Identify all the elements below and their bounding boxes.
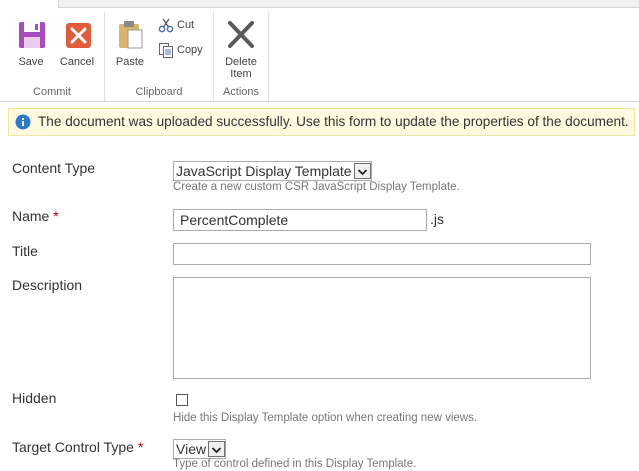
target-control-type-value: View: [176, 441, 207, 457]
description-label: Description: [12, 277, 83, 293]
cancel-icon: [66, 23, 91, 48]
name-input[interactable]: [173, 209, 427, 231]
ribbon: Save Cancel Commit Paste Cut Copy Clipbo…: [0, 8, 639, 102]
commit-group-label: Commit: [33, 86, 71, 98]
description-textarea[interactable]: [173, 277, 591, 379]
name-label-text: Name: [12, 208, 50, 224]
ribbon-divider: [268, 12, 269, 101]
cut-icon: [158, 18, 174, 33]
cut-label: Cut: [177, 19, 195, 31]
copy-icon: [159, 43, 173, 59]
delete-label-line1: Delete: [225, 56, 257, 68]
target-control-type-label-text: Target Control Type: [12, 439, 134, 455]
save-button[interactable]: Save: [12, 18, 50, 68]
active-ribbon-tab[interactable]: [0, 0, 59, 8]
status-message: The document was uploaded successfully. …: [38, 114, 629, 129]
delete-label-line2: Item: [230, 68, 252, 80]
paste-label: Paste: [115, 56, 145, 68]
cancel-label: Cancel: [59, 56, 95, 68]
clipboard-group: Paste Cut Copy Clipboard: [105, 12, 213, 101]
content-type-label: Content Type: [12, 160, 96, 176]
required-marker: *: [137, 439, 144, 455]
ribbon-tab-strip: [0, 0, 639, 8]
save-label: Save: [18, 56, 44, 68]
target-control-type-description: Type of control defined in this Display …: [173, 458, 417, 470]
actions-group: Delete Item Actions: [214, 12, 268, 101]
hidden-description: Hide this Display Template option when c…: [173, 412, 478, 424]
title-label: Title: [12, 243, 38, 259]
actions-group-label: Actions: [222, 86, 260, 98]
content-type-value: JavaScript Display Template: [176, 163, 352, 179]
info-icon: [15, 114, 31, 130]
chevron-down-icon[interactable]: [353, 163, 371, 179]
content-type-description: Create a new custom CSR JavaScript Displ…: [173, 181, 460, 193]
copy-button[interactable]: Copy: [158, 41, 203, 59]
target-control-type-select[interactable]: View: [173, 439, 227, 459]
copy-label: Copy: [177, 44, 203, 56]
paste-icon: [119, 21, 143, 49]
content-type-select[interactable]: JavaScript Display Template: [173, 161, 372, 181]
chevron-down-icon[interactable]: [208, 441, 226, 457]
required-marker: *: [53, 208, 59, 224]
name-label: Name *: [12, 208, 59, 224]
name-extension: .js: [430, 211, 444, 227]
delete-icon: [228, 21, 254, 48]
delete-item-button[interactable]: Delete Item: [220, 18, 262, 80]
commit-group: Save Cancel Commit: [0, 12, 104, 101]
cancel-button[interactable]: Cancel: [56, 18, 98, 68]
target-control-type-label: Target Control Type *: [12, 439, 143, 455]
cut-button[interactable]: Cut: [158, 16, 194, 34]
save-icon: [19, 22, 45, 48]
hidden-checkbox[interactable]: [176, 394, 188, 406]
hidden-label: Hidden: [12, 390, 57, 406]
clipboard-group-label: Clipboard: [135, 86, 183, 98]
paste-button[interactable]: Paste: [111, 18, 149, 68]
title-input[interactable]: [173, 243, 591, 265]
delete-label: Delete Item: [220, 56, 262, 80]
status-message-bar: The document was uploaded successfully. …: [8, 108, 635, 136]
